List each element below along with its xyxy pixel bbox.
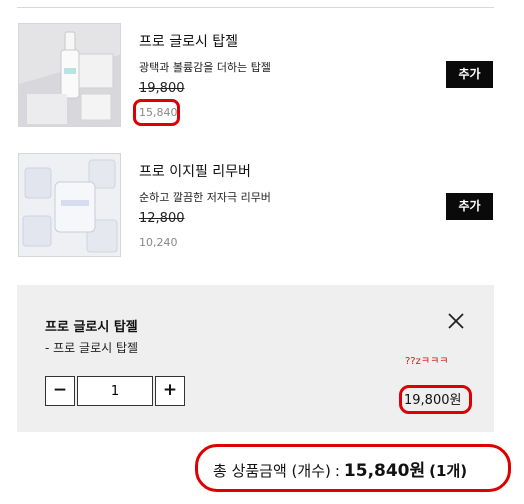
total-label: 총 상품금액 (개수) <box>213 462 331 480</box>
product-sale-price: 10,240 <box>139 236 178 249</box>
total-summary: 총 상품금액 (개수):15,840원 (1개) <box>213 456 467 481</box>
add-product-button[interactable]: 추가 <box>446 61 493 88</box>
product-description: 광택과 볼륨감을 더하는 탑젤 <box>139 61 271 74</box>
product-sale-price: 15,840 <box>139 106 178 119</box>
total-amount: 15,840원 <box>343 461 426 481</box>
add-product-button[interactable]: 추가 <box>446 193 493 220</box>
decrease-quantity-button[interactable]: − <box>45 376 75 406</box>
close-icon[interactable] <box>445 310 467 332</box>
annotation-note: ??zㅋㅋㅋ <box>405 356 449 367</box>
selected-option-panel: 프로 글로시 탑젤 - 프로 글로시 탑젤 ??zㅋㅋㅋ − + 19,800원 <box>17 285 494 432</box>
product-name[interactable]: 프로 글로시 탑젤 <box>139 31 238 51</box>
product-thumbnail[interactable] <box>18 153 121 257</box>
quantity-input[interactable] <box>77 376 153 406</box>
selected-product-title: 프로 글로시 탑젤 <box>45 320 138 335</box>
product-row-easy-peel-remover: 프로 이지필 리무버 순하고 깔끔한 저자극 리무버 12,800 10,240… <box>17 153 494 258</box>
total-separator: : <box>334 462 340 480</box>
selected-option-name: - 프로 글로시 탑젤 <box>45 341 139 355</box>
product-description: 순하고 깔끔한 저자극 리무버 <box>139 191 271 204</box>
top-divider <box>17 7 494 8</box>
product-photo-remover-icon <box>19 154 120 256</box>
product-photo-top-gel-icon <box>19 24 120 126</box>
product-row-glossy-top-gel: 프로 글로시 탑젤 광택과 볼륨감을 더하는 탑젤 19,800 15,840 … <box>17 23 494 128</box>
product-original-price: 12,800 <box>139 211 185 226</box>
increase-quantity-button[interactable]: + <box>155 376 185 406</box>
quantity-stepper: − + <box>45 376 185 406</box>
product-original-price: 19,800 <box>139 81 185 96</box>
option-price: 19,800원 <box>404 393 462 408</box>
total-count: (1개) <box>429 462 468 480</box>
remove-option-button[interactable] <box>445 310 467 332</box>
product-name[interactable]: 프로 이지필 리무버 <box>139 161 251 181</box>
product-thumbnail[interactable] <box>18 23 121 127</box>
